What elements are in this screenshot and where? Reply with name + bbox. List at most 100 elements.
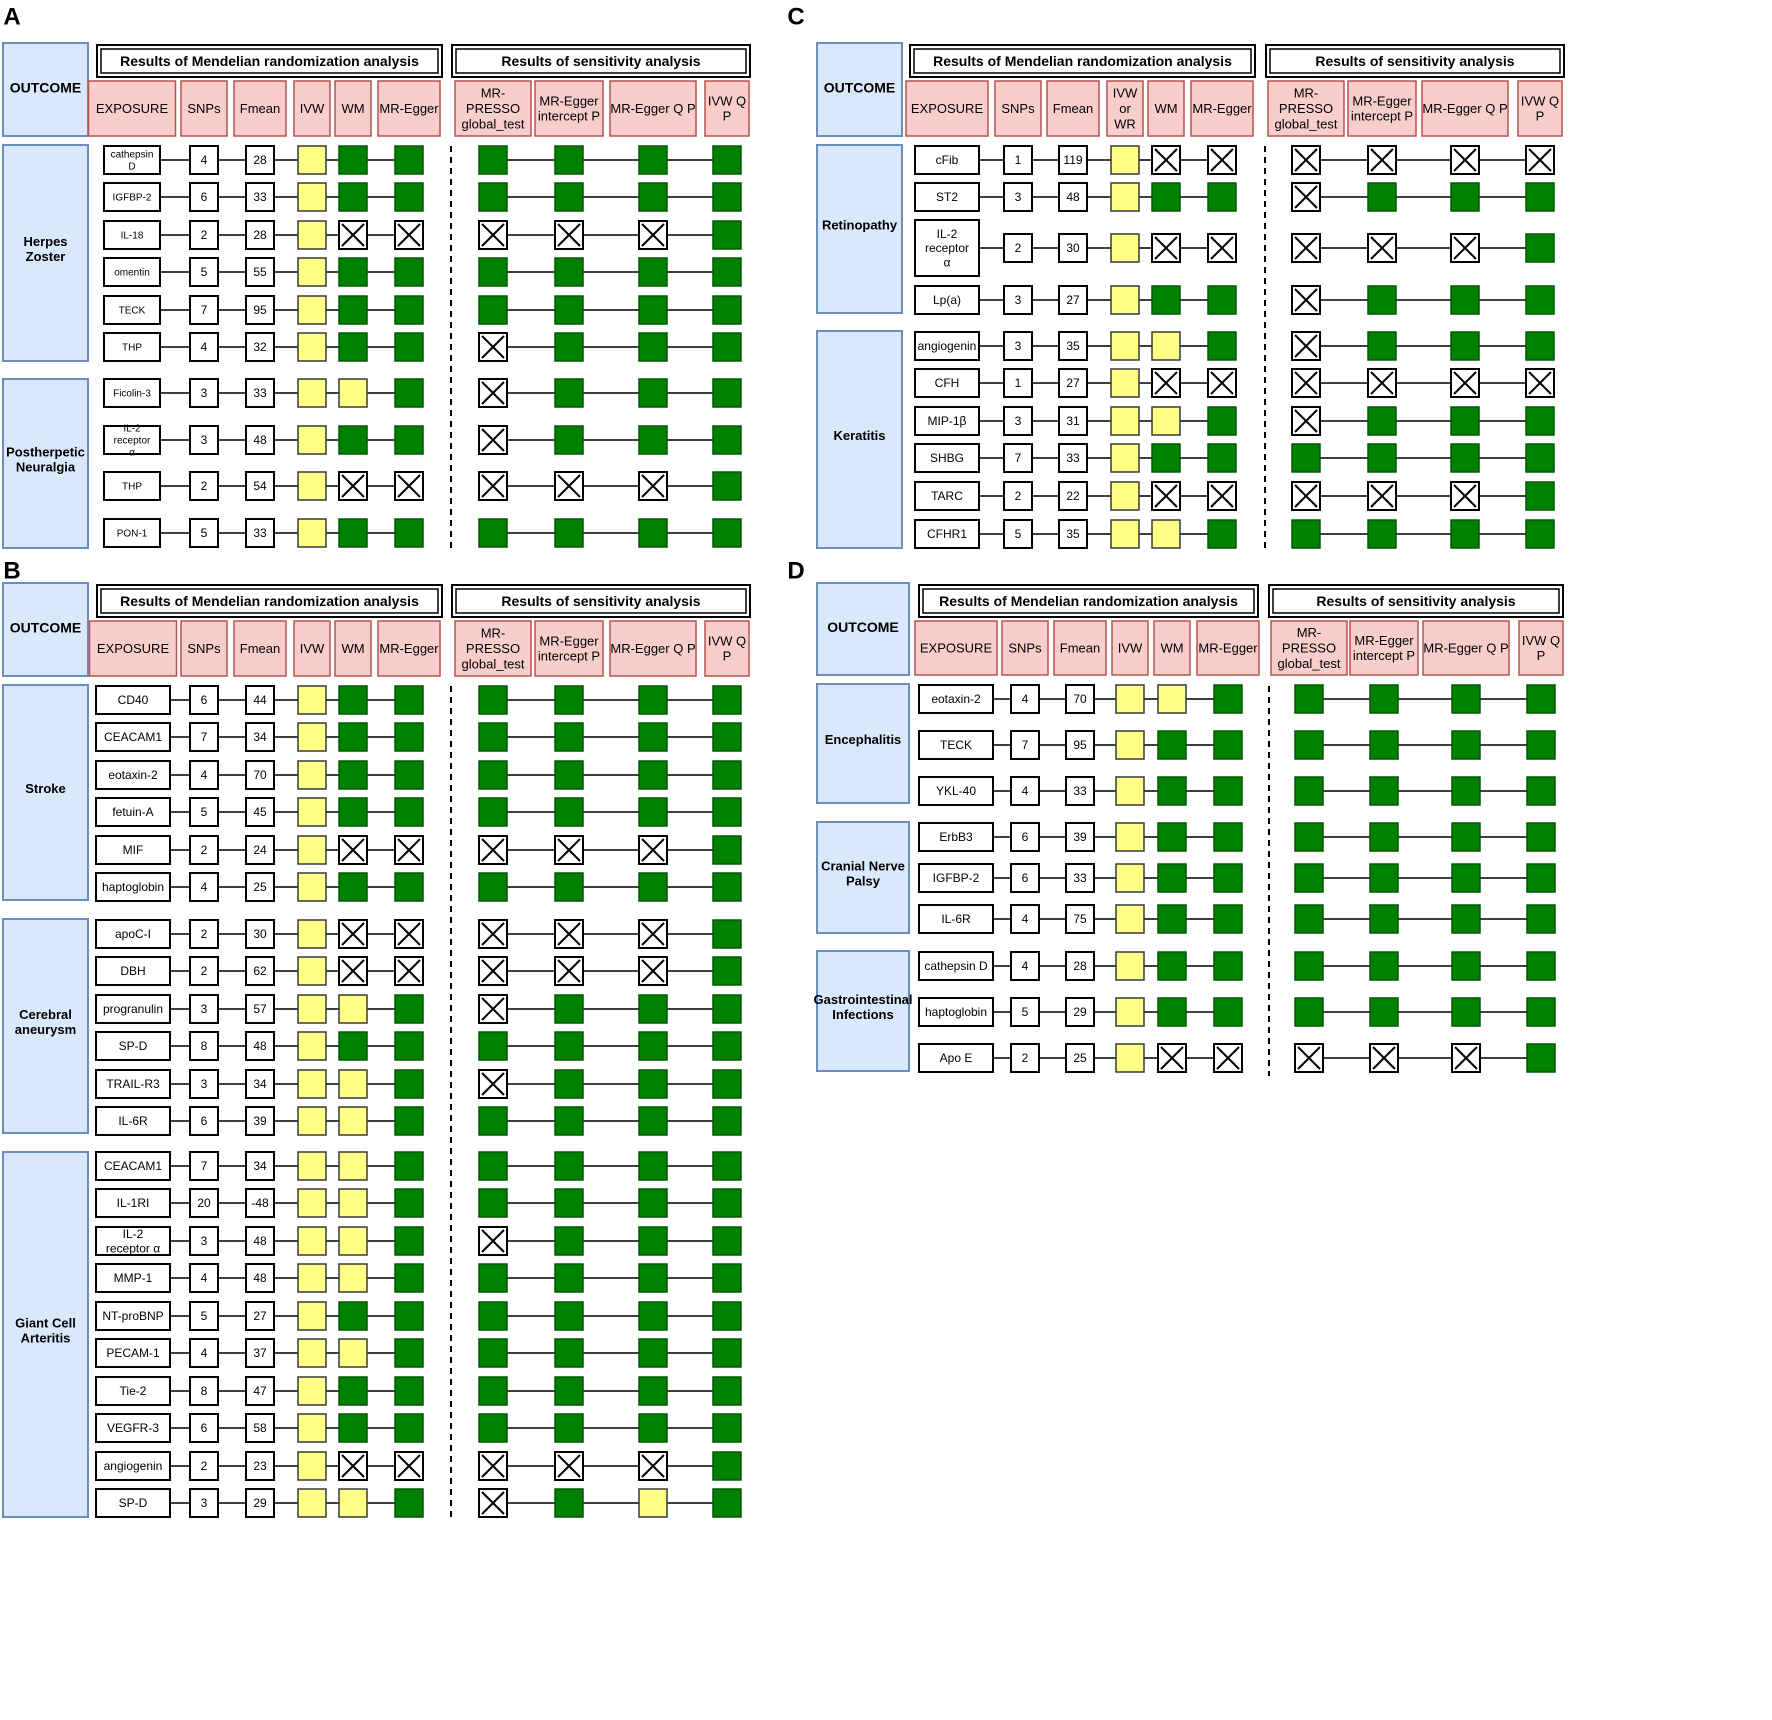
fmean-value: 31 [1066, 414, 1080, 428]
ivw-cell [297, 1301, 327, 1331]
ivw-cell [297, 722, 327, 752]
significant-cell [338, 872, 368, 902]
ivw-cell [297, 919, 327, 949]
significant-cell [1451, 822, 1481, 852]
significant-cell [1151, 285, 1181, 315]
significant-cell [394, 1263, 424, 1293]
significant-cell [554, 1413, 584, 1443]
significant-cell [1450, 406, 1480, 436]
outcome-label: Herpes Zoster [23, 234, 67, 264]
ivw-cell [1115, 997, 1145, 1027]
significant-cell [394, 1031, 424, 1061]
significant-cell [1369, 730, 1399, 760]
significant-cell [338, 760, 368, 790]
significant-cell [554, 182, 584, 212]
significant-cell [554, 1069, 584, 1099]
significant-cell [1213, 904, 1243, 934]
panel-letter: D [787, 557, 804, 584]
significant-cell [338, 145, 368, 175]
significant-cell [1525, 285, 1555, 315]
outcome-header-label: OUTCOME [10, 619, 82, 635]
exposure-label: TECK [119, 306, 146, 317]
significant-cell [1213, 684, 1243, 714]
snps-value: 2 [201, 479, 208, 493]
significant-cell [554, 994, 584, 1024]
fmean-value: 95 [253, 303, 267, 317]
significant-cell [394, 1151, 424, 1181]
significant-cell [712, 1338, 742, 1368]
ivw-cell [1115, 822, 1145, 852]
significant-cell [478, 257, 508, 287]
significant-cell [1526, 822, 1556, 852]
column-header-4: WM [341, 641, 364, 656]
significant-cell [1526, 776, 1556, 806]
significant-cell [712, 1413, 742, 1443]
fmean-value: 58 [253, 1421, 267, 1435]
fmean-value: 37 [253, 1346, 267, 1360]
significant-cell [1451, 997, 1481, 1027]
significant-cell [478, 182, 508, 212]
outcome-label: Keratitis [833, 428, 885, 443]
exposure-label: Lp(a) [933, 293, 961, 307]
significant-cell [394, 1376, 424, 1406]
fmean-value: 25 [253, 880, 267, 894]
exposure-label: SHBG [930, 451, 964, 465]
significant-cell [478, 145, 508, 175]
significant-cell [1294, 776, 1324, 806]
ivw-cell [297, 872, 327, 902]
fmean-value: 57 [253, 1002, 267, 1016]
significant-cell [338, 797, 368, 827]
significant-cell [712, 1301, 742, 1331]
significant-cell [712, 797, 742, 827]
snps-value: 4 [1022, 784, 1029, 798]
significant-cell [638, 722, 668, 752]
exposure-label: angiogenin [918, 339, 977, 353]
ivw-cell [297, 1226, 327, 1256]
significant-cell [1157, 863, 1187, 893]
ivw-cell [338, 1069, 368, 1099]
significant-cell [1526, 1043, 1556, 1073]
exposure-label: eotaxin-2 [108, 768, 158, 782]
ivw-cell [1151, 406, 1181, 436]
significant-cell [1151, 182, 1181, 212]
ivw-cell [297, 1263, 327, 1293]
significant-cell [1369, 684, 1399, 714]
significant-cell [554, 257, 584, 287]
fmean-value: 119 [1063, 153, 1082, 167]
fmean-value: 27 [1066, 376, 1080, 390]
significant-cell [1213, 822, 1243, 852]
outcome-label: Stroke [25, 781, 65, 796]
ivw-cell [1151, 331, 1181, 361]
column-header-2: Fmean [240, 641, 280, 656]
snps-value: 1 [1015, 376, 1022, 390]
significant-cell [478, 1151, 508, 1181]
significant-cell [1157, 776, 1187, 806]
exposure-label: CFH [935, 376, 960, 390]
exposure-label: angiogenin [104, 1459, 163, 1473]
ivw-cell [297, 182, 327, 212]
significant-cell [478, 872, 508, 902]
fmean-value: 44 [253, 693, 267, 707]
fmean-value: 55 [253, 265, 267, 279]
snps-value: 5 [1022, 1005, 1029, 1019]
column-header-8: MR-Egger Q P [610, 101, 695, 116]
significant-cell [338, 425, 368, 455]
significant-cell [1525, 182, 1555, 212]
significant-cell [1451, 776, 1481, 806]
ivw-cell [297, 1151, 327, 1181]
significant-cell [338, 257, 368, 287]
significant-cell [712, 518, 742, 548]
significant-cell [394, 257, 424, 287]
significant-cell [1526, 863, 1556, 893]
significant-cell [712, 760, 742, 790]
fmean-value: 28 [1073, 959, 1087, 973]
significant-cell [1207, 406, 1237, 436]
significant-cell [1451, 730, 1481, 760]
exposure-label: IGFBP-2 [113, 193, 152, 204]
significant-cell [1367, 182, 1397, 212]
ivw-cell [1115, 1043, 1145, 1073]
snps-value: 4 [201, 153, 208, 167]
ivw-cell [297, 956, 327, 986]
column-header-5: MR-Egger [1192, 101, 1252, 116]
significant-cell [712, 1226, 742, 1256]
